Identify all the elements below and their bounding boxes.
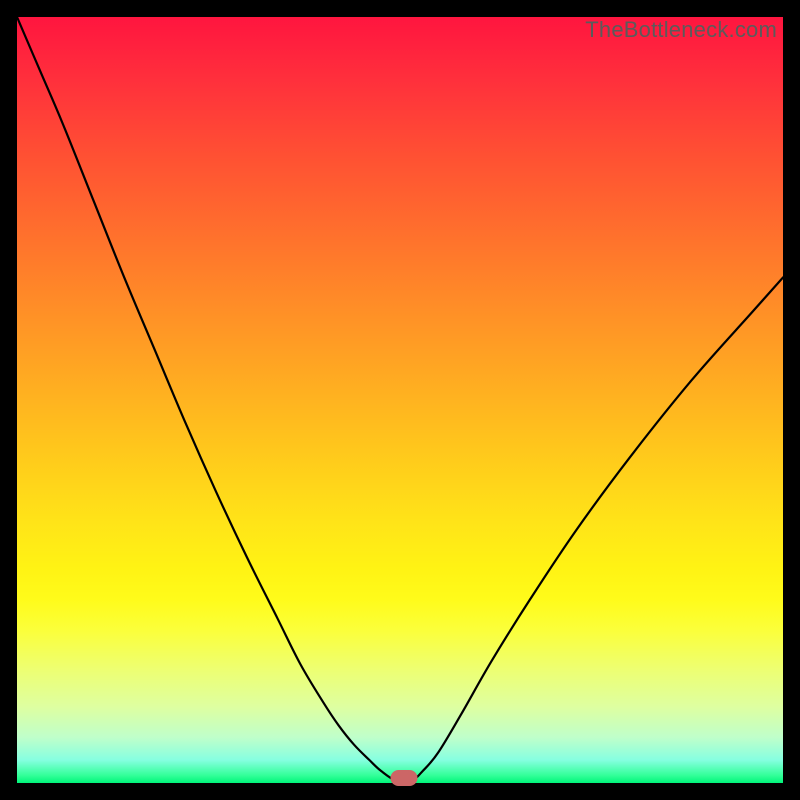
optimal-point-marker	[390, 770, 417, 786]
chart-plot-area: TheBottleneck.com	[17, 17, 783, 783]
bottleneck-curve	[17, 17, 783, 783]
watermark-text: TheBottleneck.com	[585, 17, 777, 43]
